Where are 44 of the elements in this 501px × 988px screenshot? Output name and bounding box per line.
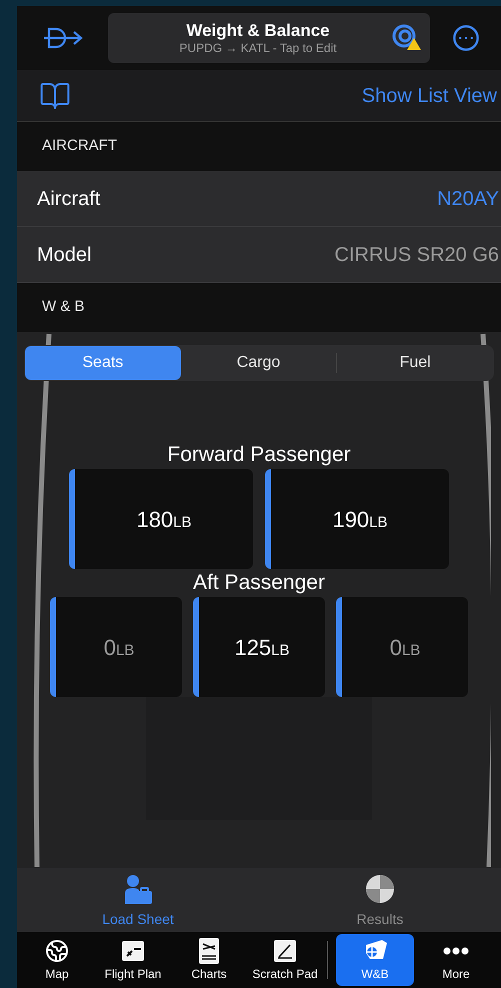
seat-weight: 125LB <box>234 634 290 662</box>
tab-bar-item[interactable]: Flight Plan <box>95 934 171 986</box>
seat-weight: 0LB <box>390 634 420 662</box>
show-list-view-link[interactable]: Show List View <box>362 80 501 110</box>
seat-group-title: Forward Passenger <box>167 442 351 468</box>
row-value: N20AY <box>437 186 499 212</box>
seat-weight-card[interactable]: 0LB <box>336 597 468 697</box>
more-options-icon[interactable] <box>452 24 480 52</box>
section-header: W & B <box>42 297 85 318</box>
person-luggage-icon <box>123 874 153 904</box>
chart-page-icon <box>199 938 219 964</box>
seat-weight: 180LB <box>136 506 192 534</box>
screen-title: Weight & Balance <box>186 20 330 42</box>
globe-icon <box>45 939 69 963</box>
seat-weight-card[interactable]: 190LB <box>265 469 449 569</box>
seat-weight-card[interactable]: 180LB <box>69 469 253 569</box>
seat-weight-card[interactable]: 125LB <box>193 597 325 697</box>
tab-bar-item[interactable]: Map <box>19 934 95 986</box>
row-value: CIRRUS SR20 G6 <box>334 242 499 268</box>
tab-bar-item[interactable]: W&B <box>336 934 414 986</box>
route-subtitle: PUPDG → KATL - Tap to Edit <box>179 41 337 56</box>
row-label: Aircraft <box>37 186 100 212</box>
tab-bar-item[interactable]: Charts <box>171 934 247 986</box>
seat-weight: 190LB <box>332 506 388 534</box>
segment-tab[interactable]: Cargo <box>180 346 336 380</box>
info-row[interactable]: Aircraft N20AY <box>17 171 501 227</box>
more-icon <box>443 947 469 955</box>
tab-bar-item[interactable]: More <box>418 934 494 986</box>
center-of-gravity-icon <box>365 874 395 904</box>
segment-tab[interactable]: Fuel <box>337 346 494 380</box>
tab-bar-item[interactable]: Scratch Pad <box>247 934 323 986</box>
row-label: Model <box>37 242 92 268</box>
airplane-card-icon <box>121 939 145 963</box>
seat-group-title: Aft Passenger <box>193 570 325 596</box>
segment-tab[interactable]: Seats <box>25 346 181 380</box>
section-header: AIRCRAFT <box>42 136 117 156</box>
bottom-tab[interactable]: Results <box>259 868 501 932</box>
pencil-pad-icon <box>273 939 297 963</box>
title-pill[interactable]: Weight & Balance PUPDG → KATL - Tap to Edit <box>108 13 430 63</box>
route-arrow-icon[interactable] <box>42 27 82 49</box>
radar-warning-icon[interactable] <box>392 24 422 52</box>
seat-weight-card[interactable]: 0LB <box>50 597 182 697</box>
bottom-tab[interactable]: Load Sheet <box>17 868 259 932</box>
seat-weight: 0LB <box>104 634 134 662</box>
